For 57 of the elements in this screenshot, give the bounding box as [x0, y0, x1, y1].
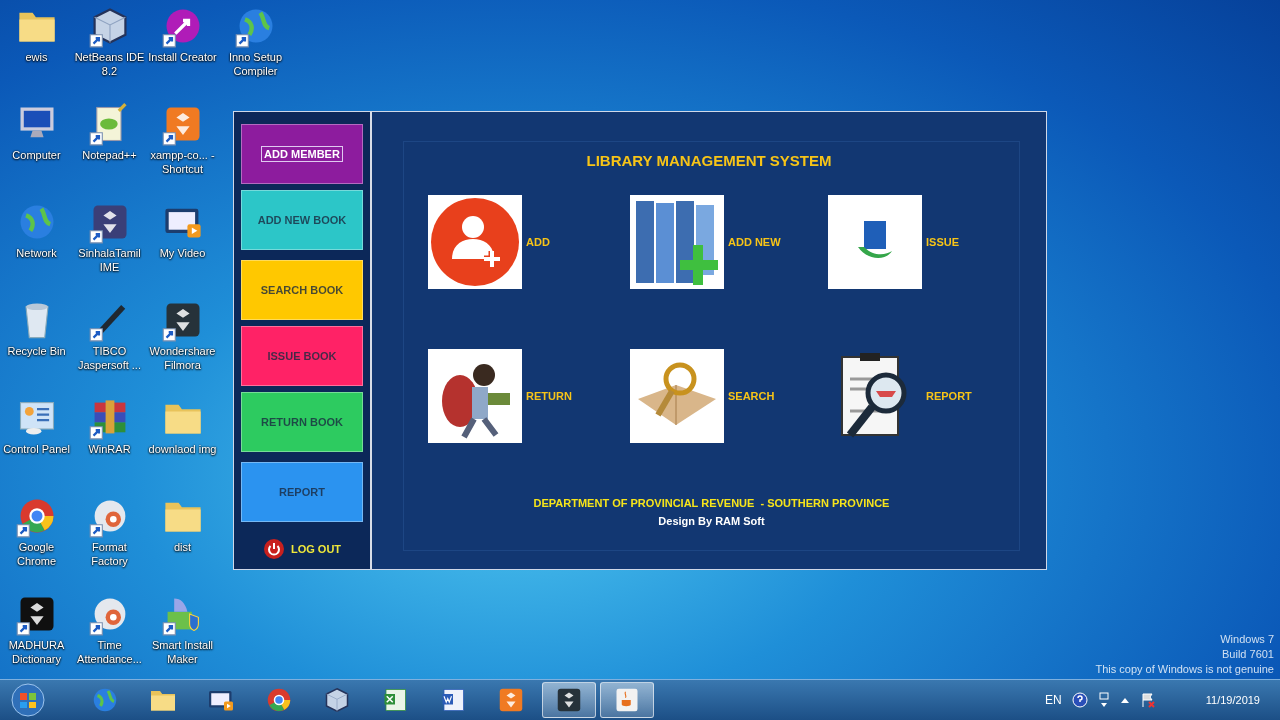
power-icon: [262, 538, 285, 560]
desktop-shortcut[interactable]: Computer: [0, 102, 73, 200]
menu-tile[interactable]: ADD NEW: [630, 195, 828, 289]
menu-tile[interactable]: RETURN: [428, 349, 630, 443]
desktop-shortcut[interactable]: Google Chrome: [0, 494, 73, 592]
menu-tile[interactable]: ISSUE: [828, 195, 988, 289]
menu-button[interactable]: ISSUE BOOK: [241, 326, 363, 386]
language-indicator[interactable]: EN: [1045, 693, 1062, 707]
add-person-icon: [428, 195, 522, 289]
watermark-notice: Windows 7: [1219, 632, 1274, 647]
desktop-shortcut[interactable]: dist: [146, 494, 219, 592]
start-button[interactable]: [8, 681, 48, 719]
flag-icon[interactable]: [1139, 692, 1156, 708]
book-icon: [828, 195, 922, 289]
menu-button[interactable]: ADD NEW BOOK: [241, 190, 363, 250]
windows-icon[interactable]: [1097, 692, 1110, 708]
taskbar-button[interactable]: [600, 682, 654, 718]
clock-date[interactable]: 11/19/2019: [1205, 694, 1260, 706]
desktop-shortcut[interactable]: TIBCO Jaspersoft ...: [73, 298, 146, 396]
help-icon[interactable]: [1071, 692, 1088, 708]
watermark-notice: This copy of Windows is not genuine: [1095, 662, 1274, 677]
desktop-shortcut[interactable]: NetBeans IDE 8.2: [73, 4, 146, 102]
desktop-shortcut[interactable]: Network: [0, 200, 73, 298]
desktop-shortcut[interactable]: ewis: [0, 4, 73, 102]
desktop-shortcut[interactable]: Inno Setup Compiler: [219, 4, 292, 102]
logout-button[interactable]: LOG OUT: [262, 538, 342, 560]
desktop-shortcut[interactable]: xampp-co... - Shortcut: [146, 102, 219, 200]
desktop-shortcut[interactable]: Wondershare Filmora: [146, 298, 219, 396]
menu-tile[interactable]: REPORT: [828, 349, 988, 443]
menu-button[interactable]: REPORT: [241, 462, 363, 522]
desktop-shortcut[interactable]: MADHURA Dictionary: [0, 592, 73, 679]
credit-text: Design By RAM Soft: [658, 515, 765, 527]
desktop-shortcut[interactable]: Install Creator: [146, 4, 219, 102]
backpack-figure-icon: [428, 349, 522, 443]
desktop-shortcut[interactable]: Time Attendance...: [73, 592, 146, 679]
department-text: DEPARTMENT OF PROVINCIAL REVENUE - SOUTHERN PROVINCE: [533, 497, 890, 509]
magnifier-book-icon: [630, 349, 724, 443]
start-orb-icon: [11, 683, 45, 717]
menu-button[interactable]: SEARCH BOOK: [241, 260, 363, 320]
desktop-shortcut[interactable]: Control Panel: [0, 396, 73, 494]
menu-button[interactable]: ADD MEMBER: [241, 124, 363, 184]
desktop-shortcut[interactable]: Recycle Bin: [0, 298, 73, 396]
taskbar-button[interactable]: [542, 682, 596, 718]
app-title: LIBRARY MANAGEMENT SYSTEM: [586, 152, 832, 169]
desktop-shortcut[interactable]: WinRAR: [73, 396, 146, 494]
desktop-shortcut[interactable]: Notepad++: [73, 102, 146, 200]
desktop-shortcut[interactable]: Smart Install Maker: [146, 592, 219, 679]
menu-tile[interactable]: SEARCH: [630, 349, 828, 443]
chevron-up-icon[interactable]: [1119, 696, 1130, 704]
desktop-shortcut[interactable]: Format Factory: [73, 494, 146, 592]
desktop-shortcut[interactable]: downlaod img: [146, 396, 219, 494]
books-plus-icon: [630, 195, 724, 289]
desktop-shortcut[interactable]: My Video: [146, 200, 219, 298]
menu-button[interactable]: RETURN BOOK: [241, 392, 363, 452]
watermark-notice: Build 7601: [1221, 647, 1274, 662]
desktop-shortcut[interactable]: SinhalaTamil IME: [73, 200, 146, 298]
menu-tile[interactable]: ADD: [428, 195, 630, 289]
